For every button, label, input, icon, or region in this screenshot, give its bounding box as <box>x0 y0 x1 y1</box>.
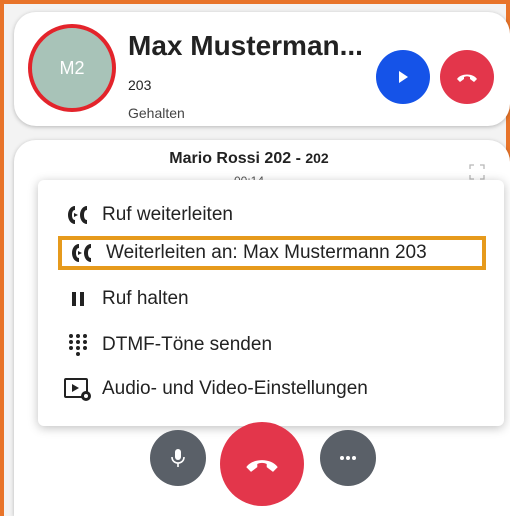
fullscreen-icon[interactable] <box>469 164 485 180</box>
active-call-title: Mario Rossi 202 - 202 <box>14 150 484 168</box>
play-icon <box>399 71 408 83</box>
held-caller-extension: 203 <box>128 77 152 93</box>
menu-item-label: DTMF-Töne senden <box>102 334 273 355</box>
resume-call-button[interactable] <box>376 50 430 104</box>
menu-item-transfer[interactable]: Ruf weiterleiten <box>62 198 502 232</box>
menu-item-hold[interactable]: Ruf halten <box>62 282 502 316</box>
more-options-button[interactable] <box>320 430 376 486</box>
hangup-button[interactable] <box>220 422 304 506</box>
phone-hangup-icon <box>246 460 278 472</box>
mute-button[interactable] <box>150 430 206 486</box>
active-caller-name: Mario Rossi 202 - <box>169 150 306 167</box>
call-options-menu: Ruf weiterleiten Weiterleiten an: Max Mu… <box>38 180 504 426</box>
menu-item-label: Weiterleiten an: Max Mustermann 203 <box>106 242 427 263</box>
avatar: M2 <box>28 24 116 112</box>
microphone-icon <box>171 449 185 467</box>
menu-item-dtmf[interactable]: DTMF-Töne senden <box>62 328 502 362</box>
menu-item-transfer-to[interactable]: Weiterleiten an: Max Mustermann 203 <box>58 236 486 270</box>
pause-icon <box>62 285 94 313</box>
avatar-initials: M2 <box>59 57 85 78</box>
active-caller-extension: 202 <box>305 150 329 166</box>
menu-item-label: Ruf weiterleiten <box>102 204 233 225</box>
menu-item-label: Ruf halten <box>102 288 189 309</box>
held-call-card: M2 Max Musterman... 203 Gehalten <box>14 12 510 126</box>
more-icon <box>340 456 356 460</box>
phone-hangup-icon <box>457 74 477 82</box>
menu-item-av-settings[interactable]: Audio- und Video-Einstellungen <box>62 372 502 406</box>
menu-item-label: Audio- und Video-Einstellungen <box>102 378 368 399</box>
transfer-icon <box>66 239 98 267</box>
held-call-status: Gehalten <box>128 105 185 121</box>
transfer-icon <box>62 201 94 229</box>
held-caller-name: Max Musterman... <box>128 30 363 61</box>
dialpad-icon <box>62 331 94 359</box>
hangup-held-button[interactable] <box>440 50 494 104</box>
av-settings-icon <box>62 375 94 403</box>
